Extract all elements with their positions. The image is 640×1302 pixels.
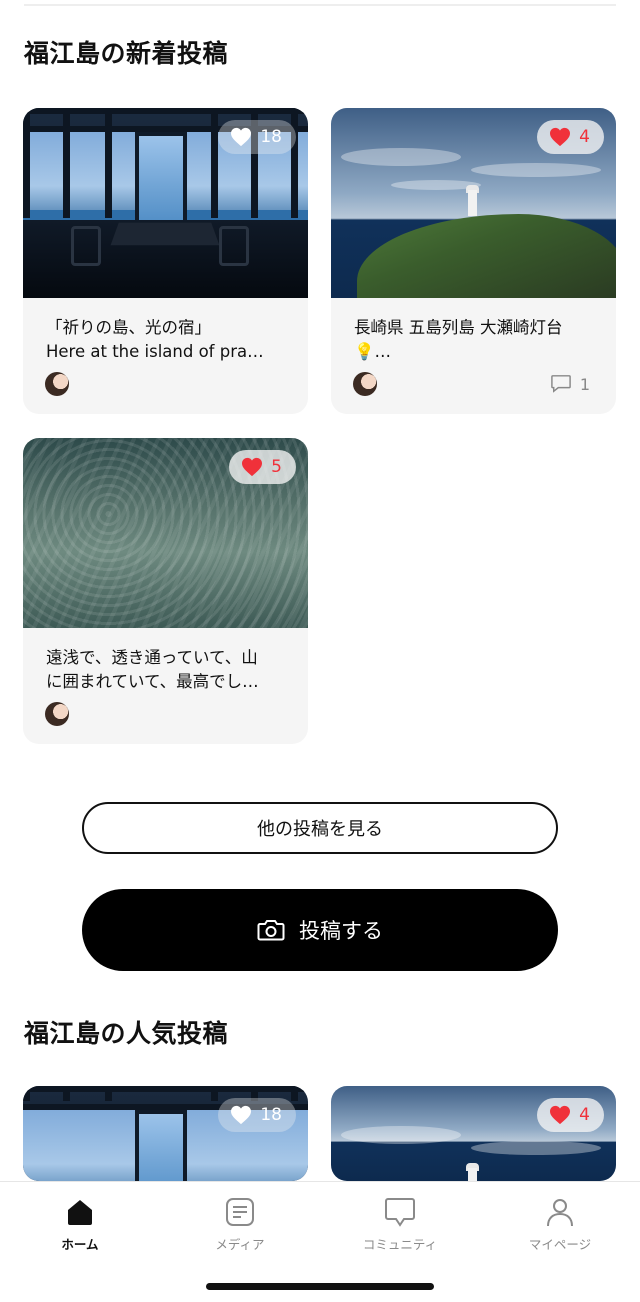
like-badge[interactable]: 18 xyxy=(218,1098,296,1132)
like-count: 18 xyxy=(260,1105,282,1125)
heart-icon xyxy=(231,127,252,147)
header-divider xyxy=(24,0,616,6)
like-count: 5 xyxy=(271,457,282,477)
post-footer xyxy=(23,696,308,744)
tab-label: メディア xyxy=(215,1237,265,1252)
chat-bubble-icon xyxy=(385,1198,415,1227)
caption-line: 💡… xyxy=(354,342,392,361)
heart-icon xyxy=(550,1105,571,1125)
person-icon xyxy=(547,1199,573,1227)
post-caption: 「祈りの島、光の宿」 Here at the island of pra… xyxy=(23,298,308,366)
like-count: 4 xyxy=(579,1105,590,1125)
caption-line: 遠浅で、透き通っていて、山 xyxy=(46,648,258,667)
post-card[interactable]: 18 xyxy=(23,1086,308,1181)
like-badge[interactable]: 4 xyxy=(537,1098,604,1132)
home-indicator[interactable] xyxy=(206,1283,434,1290)
post-caption: 長崎県 五島列島 大瀬崎灯台 💡… xyxy=(331,298,616,366)
home-icon xyxy=(68,1200,92,1225)
tab-label: ホーム xyxy=(61,1237,99,1252)
caption-line: 長崎県 五島列島 大瀬崎灯台 xyxy=(354,318,563,337)
like-count: 18 xyxy=(260,127,282,147)
post-photo[interactable]: 18 xyxy=(23,108,308,298)
post-card[interactable]: 4 長崎県 五島列島 大瀬崎灯台 💡… 1 xyxy=(331,108,616,414)
post-photo[interactable]: 18 xyxy=(23,1086,308,1181)
comment-count[interactable]: 1 xyxy=(550,374,590,394)
tab-mypage[interactable]: マイページ xyxy=(500,1194,620,1253)
caption-line: 「祈りの島、光の宿」 xyxy=(46,318,211,337)
post-card[interactable]: 5 遠浅で、透き通っていて、山 に囲まれていて、最高でし… xyxy=(23,438,308,744)
post-caption: 遠浅で、透き通っていて、山 に囲まれていて、最高でし… xyxy=(23,628,308,696)
more-posts-button[interactable]: 他の投稿を見る xyxy=(82,802,558,854)
post-card[interactable]: 4 xyxy=(331,1086,616,1181)
popular-posts-title: 福江島の人気投稿 xyxy=(24,1019,229,1048)
like-badge[interactable]: 4 xyxy=(537,120,604,154)
post-button[interactable]: 投稿する xyxy=(82,889,558,971)
tab-community[interactable]: コミュニティ xyxy=(340,1194,460,1253)
tab-home[interactable]: ホーム xyxy=(20,1194,140,1253)
post-photo[interactable]: 4 xyxy=(331,108,616,298)
tab-media[interactable]: メディア xyxy=(180,1194,300,1253)
heart-icon xyxy=(242,457,263,477)
bottom-tab-bar: ホーム メディア コミュニティ マイページ xyxy=(0,1181,640,1302)
post-photo[interactable]: 5 xyxy=(23,438,308,628)
post-footer xyxy=(23,366,308,414)
post-button-label: 投稿する xyxy=(299,919,383,943)
heart-icon xyxy=(550,127,571,147)
tab-label: コミュニティ xyxy=(362,1237,438,1252)
tab-label: マイページ xyxy=(528,1237,592,1252)
caption-line: Here at the island of pra… xyxy=(46,342,264,361)
more-posts-label: 他の投稿を見る xyxy=(257,819,383,840)
like-badge[interactable]: 18 xyxy=(218,120,296,154)
avatar[interactable] xyxy=(353,372,377,396)
new-posts-title: 福江島の新着投稿 xyxy=(24,39,229,68)
comment-count-value: 1 xyxy=(579,374,590,394)
comment-icon xyxy=(550,375,571,393)
post-footer: 1 xyxy=(331,366,616,414)
avatar[interactable] xyxy=(45,372,69,396)
like-badge[interactable]: 5 xyxy=(229,450,296,484)
camera-icon xyxy=(257,920,285,941)
media-icon xyxy=(226,1198,254,1226)
like-count: 4 xyxy=(579,127,590,147)
avatar[interactable] xyxy=(45,702,69,726)
post-card[interactable]: 18 「祈りの島、光の宿」 Here at the island of pra… xyxy=(23,108,308,414)
caption-line: に囲まれていて、最高でし… xyxy=(46,672,259,691)
post-photo[interactable]: 4 xyxy=(331,1086,616,1181)
heart-icon xyxy=(231,1105,252,1125)
